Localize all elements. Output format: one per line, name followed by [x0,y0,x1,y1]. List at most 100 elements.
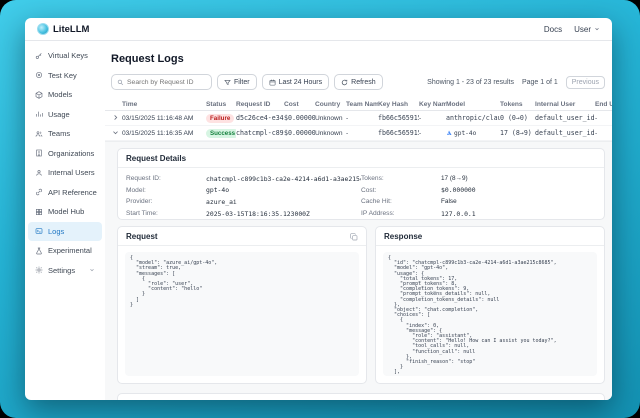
response-json-block: { "id": "chatcmpl-c899c1b3-ca2e-4214-a6d… [383,252,597,376]
calendar-icon [269,79,276,86]
table-row[interactable]: 03/15/2025 11:16:48 AM Failure d5c26ce4-… [105,111,612,126]
log-model: gpt-4o [454,130,476,137]
search-box[interactable] [111,74,212,90]
sidebar-item-teams[interactable]: Teams [28,124,102,144]
results-count: Showing 1 - 23 of 23 results [427,79,514,86]
filter-button[interactable]: Filter [217,74,257,90]
request-details-title: Request Details [118,149,604,168]
link-icon [35,188,43,196]
metadata-panel-title: Metadata [118,394,604,400]
table-row-expanded[interactable]: 03/15/2025 11:16:35 AM Success chatcmpl-… [105,126,612,141]
top-navbar: LiteLLM Docs User [25,18,612,41]
request-panel: Request { "model": "azure_ai/gpt-4o", "s… [117,226,367,384]
response-panel: Response { "id": "chatcmpl-c899c1b3-ca2e… [375,226,605,384]
log-time: 03/15/2025 11:16:48 AM [122,115,206,122]
key-icon [35,52,43,60]
log-internal-user: default_user_id [535,114,595,122]
log-country: Unknown [315,115,346,122]
logs-icon [35,227,43,235]
request-json-text: { "model": "azure_ai/gpt-4o", "stream": … [130,256,354,308]
docs-link[interactable]: Docs [544,25,562,34]
sidebar-item-settings[interactable]: Settings [28,261,102,281]
detail-tokens: 17 (8→9) [441,175,468,182]
copy-icon[interactable] [350,233,358,241]
chevron-down-icon[interactable] [112,129,119,136]
user-menu[interactable]: User [574,25,600,34]
test-key-icon [35,71,43,79]
log-key-hash: fb66c565915c6... [378,114,419,122]
toolbar: Filter Last 24 Hours Refresh Showing 1 -… [111,74,605,90]
log-end-user: - [595,130,612,137]
sidebar-item-experimental[interactable]: Experimental [28,241,102,261]
chevron-down-icon [89,267,95,273]
bar-chart-icon [35,110,43,118]
sidebar-item-api-reference[interactable]: API Reference [28,183,102,203]
detail-model: gpt-4o [206,186,229,194]
sidebar-item-models[interactable]: Models [28,85,102,105]
gear-icon [35,266,43,274]
chevron-down-icon [594,26,600,32]
previous-page-button[interactable]: Previous [566,76,605,89]
log-request-id: d5c26ce4-e343... [236,114,284,122]
teams-icon [35,130,43,138]
litellm-logo-icon [37,23,49,35]
sidebar-item-organizations[interactable]: Organizations [28,144,102,164]
log-cost: $0.000000 [284,129,315,137]
refresh-icon [341,79,348,86]
cube-icon [35,91,43,99]
user-icon [35,169,43,177]
detail-provider: azure_ai [206,198,237,206]
log-cost: $0.000000 [284,114,315,122]
status-badge: Success [206,129,236,138]
request-details-card: Request Details Request ID:chatcmpl-c899… [117,148,605,220]
log-time: 03/15/2025 11:16:35 AM [122,130,206,137]
page-indicator: Page 1 of 1 [522,79,558,86]
log-model: anthropic/claude-... [446,114,500,122]
sidebar-item-model-hub[interactable]: Model Hub [28,202,102,222]
main-content: Request Logs Filter Last 24 Hours Refres… [105,41,612,400]
log-request-id: chatcmpl-c899... [236,129,284,137]
sidebar: Virtual Keys Test Key Models Usage Teams… [25,41,105,400]
log-key-name: - [419,130,446,137]
time-range-button[interactable]: Last 24 Hours [262,74,330,90]
sidebar-item-usage[interactable]: Usage [28,105,102,125]
sidebar-item-logs[interactable]: Logs [28,222,102,242]
log-internal-user: default_user_id [535,129,595,137]
detail-cache-hit: False [441,198,457,205]
detail-ip-address: 127.0.0.1 [441,210,476,218]
filter-icon [224,79,231,86]
provider-logo-icon [446,130,452,136]
search-input[interactable] [127,79,206,86]
brand[interactable]: LiteLLM [37,23,89,35]
metadata-panel: Metadata [117,393,605,400]
building-icon [35,149,43,157]
search-icon [117,79,124,86]
response-panel-title: Response [384,232,422,241]
log-tokens: 0 (0→0) [500,114,535,122]
page-title: Request Logs [111,53,612,65]
brand-name: LiteLLM [53,24,89,35]
refresh-button[interactable]: Refresh [334,74,383,90]
detail-request-id: chatcmpl-c899c1b3-ca2e-4214-a6d1-a3ae215… [206,175,361,183]
log-end-user: - [595,115,612,122]
request-panel-title: Request [126,232,158,241]
log-country: Unknown [315,130,346,137]
status-badge: Failure [206,114,234,123]
log-tokens: 17 (8→9) [500,129,535,137]
log-key-name: - [419,115,446,122]
detail-cost: $0.000000 [441,186,476,194]
sidebar-item-virtual-keys[interactable]: Virtual Keys [28,46,102,66]
sidebar-item-test-key[interactable]: Test Key [28,66,102,86]
user-menu-label: User [574,25,591,34]
log-team: - [346,115,378,122]
log-team: - [346,130,378,137]
table-header-row: Time Status Request ID Cost Country Team… [105,98,612,111]
request-json-block: { "model": "azure_ai/gpt-4o", "stream": … [125,252,359,376]
grid-icon [35,208,43,216]
response-json-text: { "id": "chatcmpl-c899c1b3-ca2e-4214-a6d… [388,256,592,376]
log-key-hash: fb66c565915c6... [378,129,419,137]
detail-start-time: 2025-03-15T18:16:35.123000Z [206,210,310,218]
chevron-right-icon[interactable] [112,114,119,121]
sidebar-item-internal-users[interactable]: Internal Users [28,163,102,183]
logs-table: Time Status Request ID Cost Country Team… [105,98,612,141]
